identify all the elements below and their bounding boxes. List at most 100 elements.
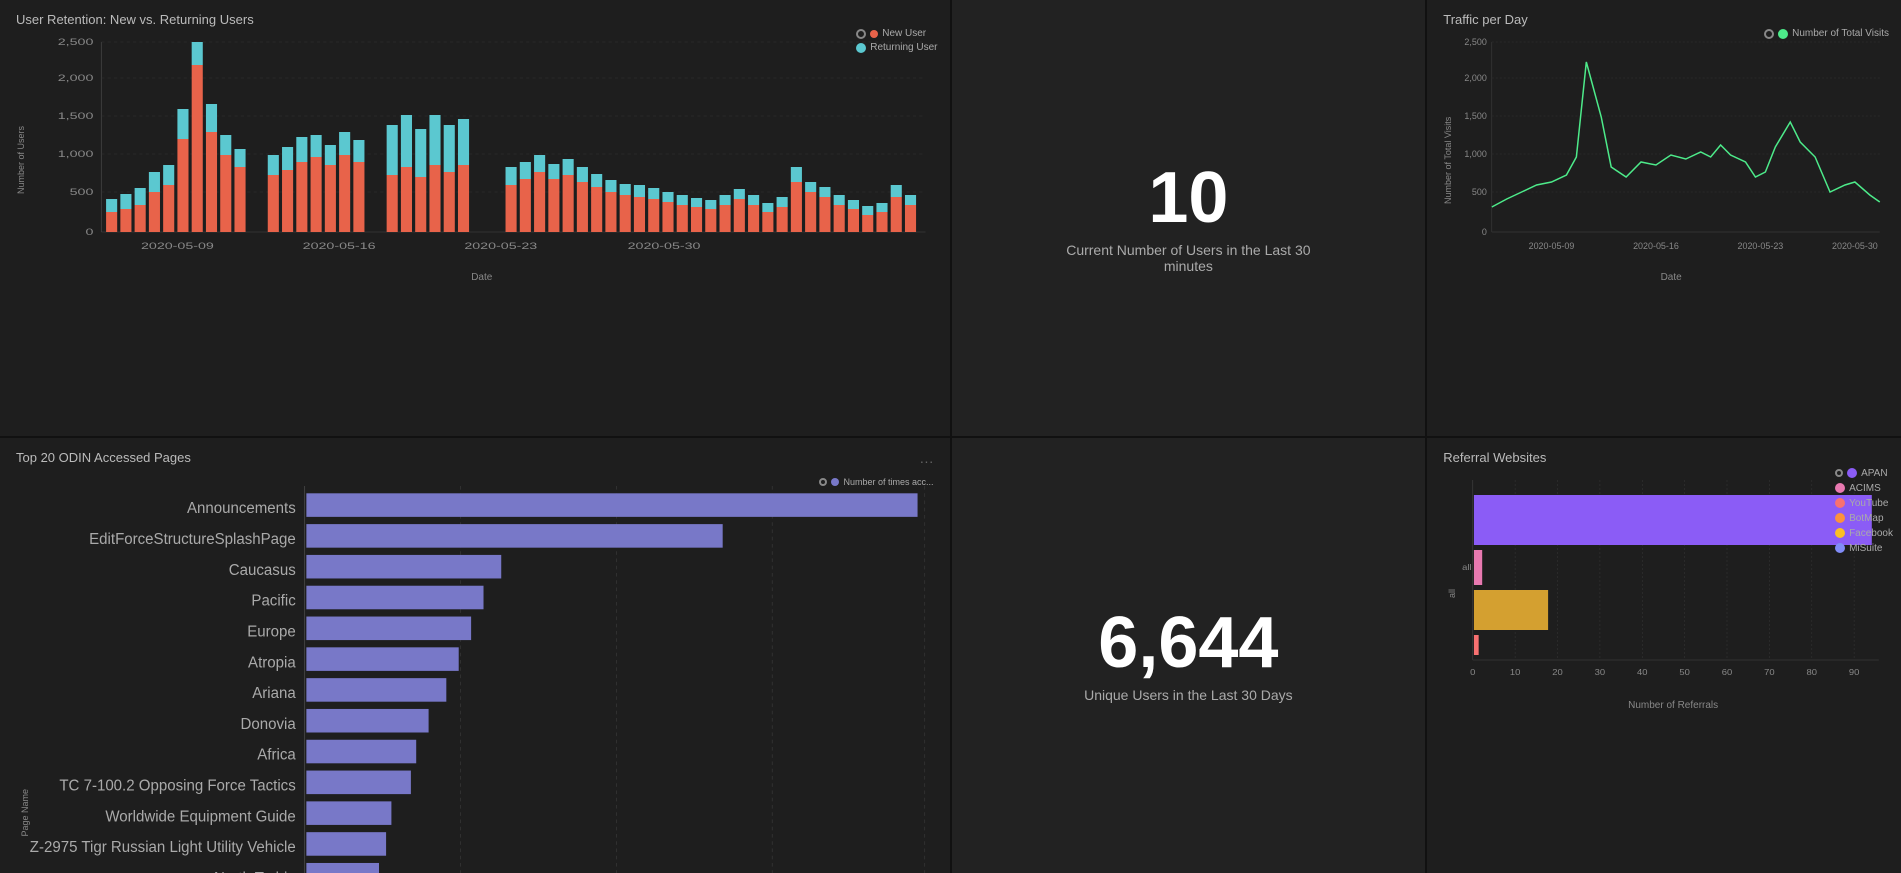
acims-color xyxy=(1835,483,1845,493)
traffic-legend: Number of Total Visits xyxy=(1764,28,1889,42)
svg-text:20: 20 xyxy=(1553,667,1564,676)
svg-text:50: 50 xyxy=(1680,667,1691,676)
svg-text:Announcements: Announcements xyxy=(187,500,296,517)
misuite-color xyxy=(1835,543,1845,553)
misuite-label: MiSuite xyxy=(1849,543,1882,554)
unique-users-number: 6,644 xyxy=(1098,607,1278,679)
svg-text:1,000: 1,000 xyxy=(58,149,94,160)
svg-text:Caucasus: Caucasus xyxy=(229,561,296,578)
svg-text:2020-05-09: 2020-05-09 xyxy=(1529,241,1575,251)
svg-text:2,500: 2,500 xyxy=(58,37,94,47)
top20-legend: Number of times acc... xyxy=(819,477,933,487)
traffic-x-axis-label: Date xyxy=(1457,272,1885,283)
svg-text:2020-05-30: 2020-05-30 xyxy=(1832,241,1878,251)
svg-text:GAZ-2975 Tigr Russian Light Ut: GAZ-2975 Tigr Russian Light Utility Vehi… xyxy=(30,838,296,855)
user-retention-legend: New User Returning User xyxy=(856,28,937,56)
svg-text:2020-05-23: 2020-05-23 xyxy=(1738,241,1784,251)
traffic-title: Traffic per Day xyxy=(1443,12,1885,27)
top20-panel: Top 20 ODIN Accessed Pages ··· Page Name… xyxy=(0,438,950,873)
facebook-color xyxy=(1835,528,1845,538)
y-axis-label-retention: Number of Users xyxy=(16,37,26,283)
traffic-legend-item: Number of Total Visits xyxy=(1764,28,1889,39)
svg-text:2,500: 2,500 xyxy=(1465,37,1487,47)
svg-text:TC 7-100.2 Opposing Force Tact: TC 7-100.2 Opposing Force Tactics xyxy=(59,777,296,794)
youtube-legend: YouTube xyxy=(1835,498,1893,509)
svg-text:Worldwide Equipment Guide: Worldwide Equipment Guide xyxy=(105,808,295,825)
traffic-legend-color xyxy=(1778,29,1788,39)
svg-text:2020-05-30: 2020-05-30 xyxy=(628,241,701,252)
current-users-number: 10 xyxy=(1148,162,1228,234)
apan-color xyxy=(1847,468,1857,478)
top20-chart-svg: Announcements EditForceStructureSplashPa… xyxy=(30,477,934,873)
svg-text:10: 10 xyxy=(1510,667,1521,676)
bottom-right-section: 6,644 Unique Users in the Last 30 Days R… xyxy=(952,438,1901,873)
apan-legend: APAN xyxy=(1835,468,1893,479)
botmap-legend: BotMap xyxy=(1835,513,1893,524)
svg-text:North Torbia: North Torbia xyxy=(214,869,296,873)
top20-y-axis-label: Page Name xyxy=(16,477,30,873)
dots-menu-button[interactable]: ··· xyxy=(920,453,934,469)
top-right-section: 10 Current Number of Users in the Last 3… xyxy=(952,0,1901,436)
misuite-legend: MiSuite xyxy=(1835,543,1893,554)
svg-text:70: 70 xyxy=(1764,667,1775,676)
referral-x-axis-label: Number of Referrals xyxy=(1461,700,1885,711)
top20-legend-label: Number of times acc... xyxy=(843,477,933,487)
top20-header: Top 20 ODIN Accessed Pages ··· xyxy=(16,450,934,473)
retention-chart-svg: 0 500 1,000 1,500 2,000 2,500 xyxy=(30,37,934,267)
facebook-label: Facebook xyxy=(1849,528,1893,539)
referral-panel: Referral Websites APAN ACIMS YouTube xyxy=(1427,438,1901,873)
new-user-legend-item: New User xyxy=(856,28,937,39)
returning-user-legend-label: Returning User xyxy=(870,42,937,53)
ref-legend-outline xyxy=(1835,469,1843,477)
svg-text:40: 40 xyxy=(1637,667,1648,676)
unique-users-label: Unique Users in the Last 30 Days xyxy=(1084,687,1293,703)
svg-text:2,000: 2,000 xyxy=(58,73,94,84)
svg-text:2020-05-23: 2020-05-23 xyxy=(464,241,537,252)
botmap-color xyxy=(1835,513,1845,523)
top20-title: Top 20 ODIN Accessed Pages xyxy=(16,450,191,465)
svg-text:Ariana: Ariana xyxy=(252,684,296,701)
new-user-legend-icon xyxy=(856,29,866,39)
current-users-label: Current Number of Users in the Last 30mi… xyxy=(1066,242,1310,274)
dashboard: User Retention: New vs. Returning Users … xyxy=(0,0,1901,873)
svg-text:1,000: 1,000 xyxy=(1465,149,1487,159)
traffic-legend-label: Number of Total Visits xyxy=(1792,28,1889,39)
svg-text:EditForceStructureSplashPage: EditForceStructureSplashPage xyxy=(89,530,296,547)
facebook-legend: Facebook xyxy=(1835,528,1893,539)
traffic-chart-svg: 0 500 1,000 1,500 2,000 2,500 2020-05-09… xyxy=(1457,37,1885,267)
returning-user-legend-item: Returning User xyxy=(856,42,937,53)
new-user-legend-label: New User xyxy=(882,28,926,39)
referral-chart-svg: all 0 10 20 30 xyxy=(1461,475,1885,695)
apan-label: APAN xyxy=(1861,468,1888,479)
acims-label: ACIMS xyxy=(1849,483,1881,494)
referral-y-axis-label: all xyxy=(1443,475,1457,711)
unique-users-panel: 6,644 Unique Users in the Last 30 Days xyxy=(952,438,1426,873)
svg-text:2020-05-16: 2020-05-16 xyxy=(1633,241,1679,251)
svg-text:1,500: 1,500 xyxy=(58,111,94,122)
youtube-label: YouTube xyxy=(1849,498,1888,509)
user-retention-title: User Retention: New vs. Returning Users xyxy=(16,12,934,27)
acims-legend: ACIMS xyxy=(1835,483,1893,494)
svg-text:Europe: Europe xyxy=(247,623,296,640)
user-retention-panel: User Retention: New vs. Returning Users … xyxy=(0,0,950,436)
svg-text:2,000: 2,000 xyxy=(1465,73,1487,83)
svg-text:0: 0 xyxy=(85,227,93,238)
botmap-label: BotMap xyxy=(1849,513,1883,524)
svg-text:500: 500 xyxy=(70,187,94,198)
returning-user-color-dot xyxy=(856,43,866,53)
svg-text:0: 0 xyxy=(1470,667,1475,676)
svg-text:2020-05-09: 2020-05-09 xyxy=(141,241,214,252)
svg-text:80: 80 xyxy=(1807,667,1818,676)
youtube-color xyxy=(1835,498,1845,508)
referral-title: Referral Websites xyxy=(1443,450,1885,465)
svg-text:Atropia: Atropia xyxy=(248,654,296,671)
svg-text:500: 500 xyxy=(1472,187,1487,197)
svg-text:60: 60 xyxy=(1722,667,1733,676)
traffic-legend-outline-icon xyxy=(1764,29,1774,39)
svg-text:2020-05-16: 2020-05-16 xyxy=(303,241,376,252)
top20-legend-dot xyxy=(831,478,839,486)
svg-text:1,500: 1,500 xyxy=(1465,111,1487,121)
top20-legend-icon xyxy=(819,478,827,486)
svg-text:all: all xyxy=(1462,562,1471,571)
svg-text:Pacific: Pacific xyxy=(251,592,296,609)
